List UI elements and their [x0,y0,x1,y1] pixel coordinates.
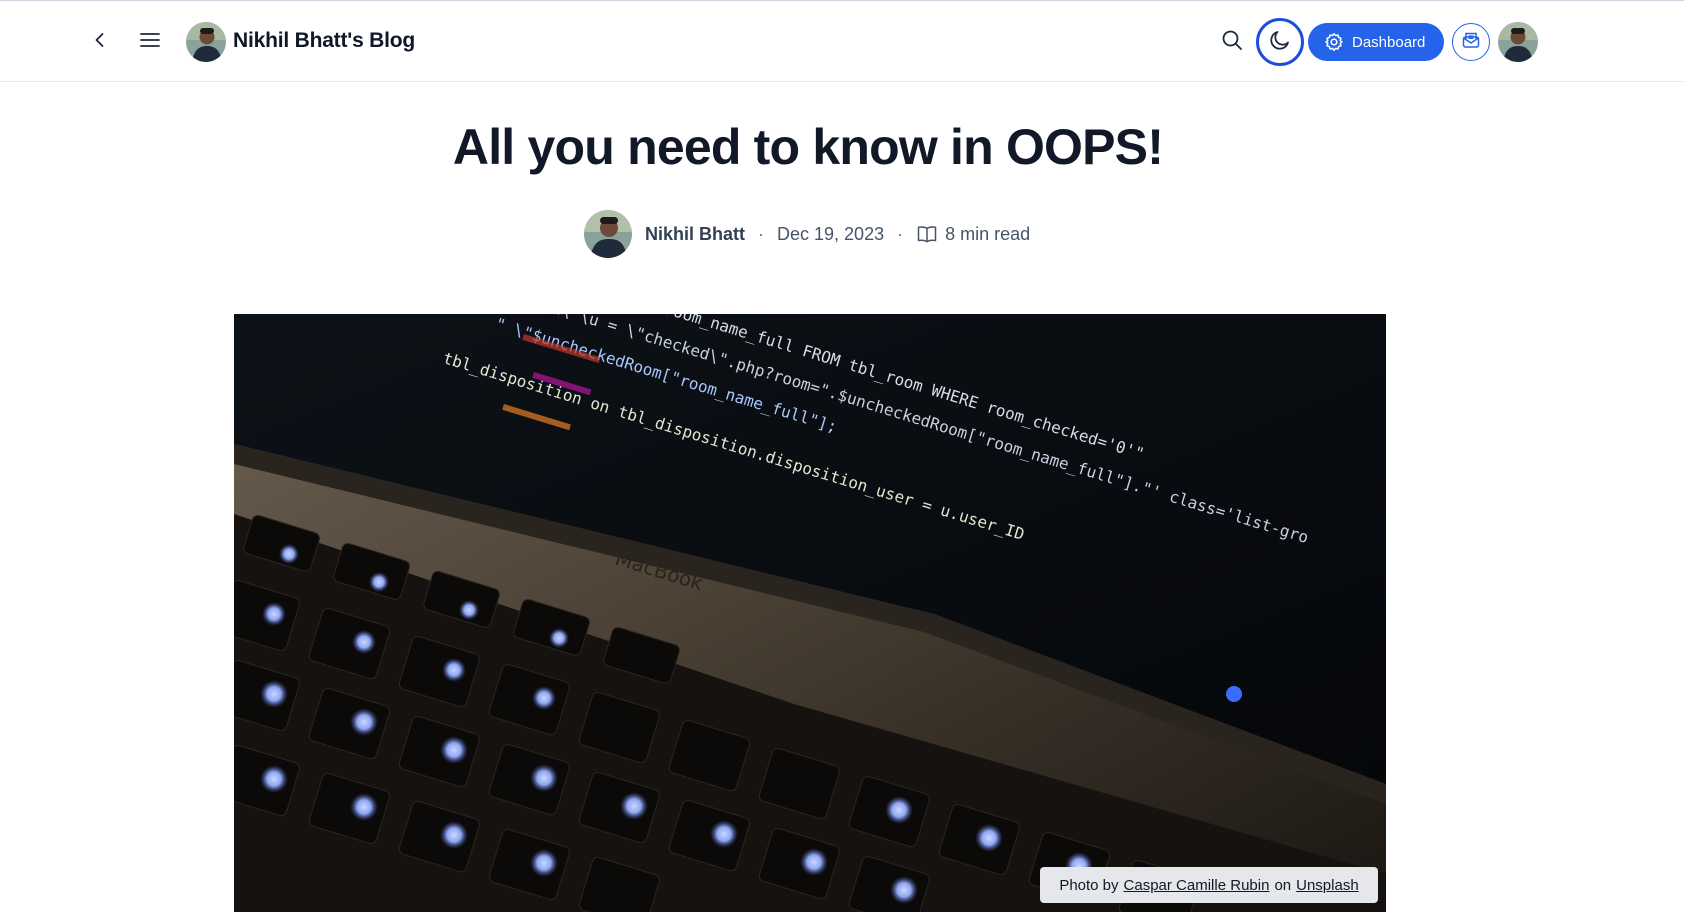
caption-middle: on [1274,876,1292,894]
search-button[interactable] [1212,22,1252,62]
blog-avatar[interactable] [186,22,226,62]
photo-credit-caption: Photo by Caspar Camille Rubin on Unsplas… [1040,867,1378,903]
theme-toggle-button[interactable] [1256,18,1304,66]
dashboard-button[interactable]: Dashboard [1308,23,1444,61]
dashboard-label: Dashboard [1352,33,1426,51]
back-button[interactable] [84,23,116,61]
chevron-left-icon [90,30,110,55]
meta-separator: · [758,223,765,244]
meta-separator: · [897,223,904,244]
photographer-link[interactable]: Caspar Camille Rubin [1124,877,1270,894]
unsplash-link[interactable]: Unsplash [1296,877,1359,894]
cover-image: _short, room_name_full FROM tbl_room WHE… [234,314,1386,912]
user-avatar[interactable] [1498,22,1538,62]
caption-prefix: Photo by [1059,876,1119,894]
hamburger-menu-icon [139,29,161,56]
menu-button[interactable] [133,23,167,61]
author-name[interactable]: Nikhil Bhatt [645,224,745,245]
site-header: Nikhil Bhatt's Blog Dashboard [0,0,1684,82]
moon-icon [1268,28,1292,57]
read-time: 8 min read [945,223,1031,244]
newsletter-icon [1461,30,1481,55]
article-meta: Nikhil Bhatt · Dec 19, 2023 · 8 min read [584,210,1030,258]
author-avatar[interactable] [584,210,632,258]
article-title: All you need to know in OOPS! [452,119,1164,175]
search-icon [1221,29,1243,56]
blog-title[interactable]: Nikhil Bhatt's Blog [233,29,415,53]
publish-date: Dec 19, 2023 [777,223,885,244]
book-open-icon [916,223,938,245]
newsletter-button[interactable] [1452,23,1490,61]
gear-icon [1324,32,1344,52]
